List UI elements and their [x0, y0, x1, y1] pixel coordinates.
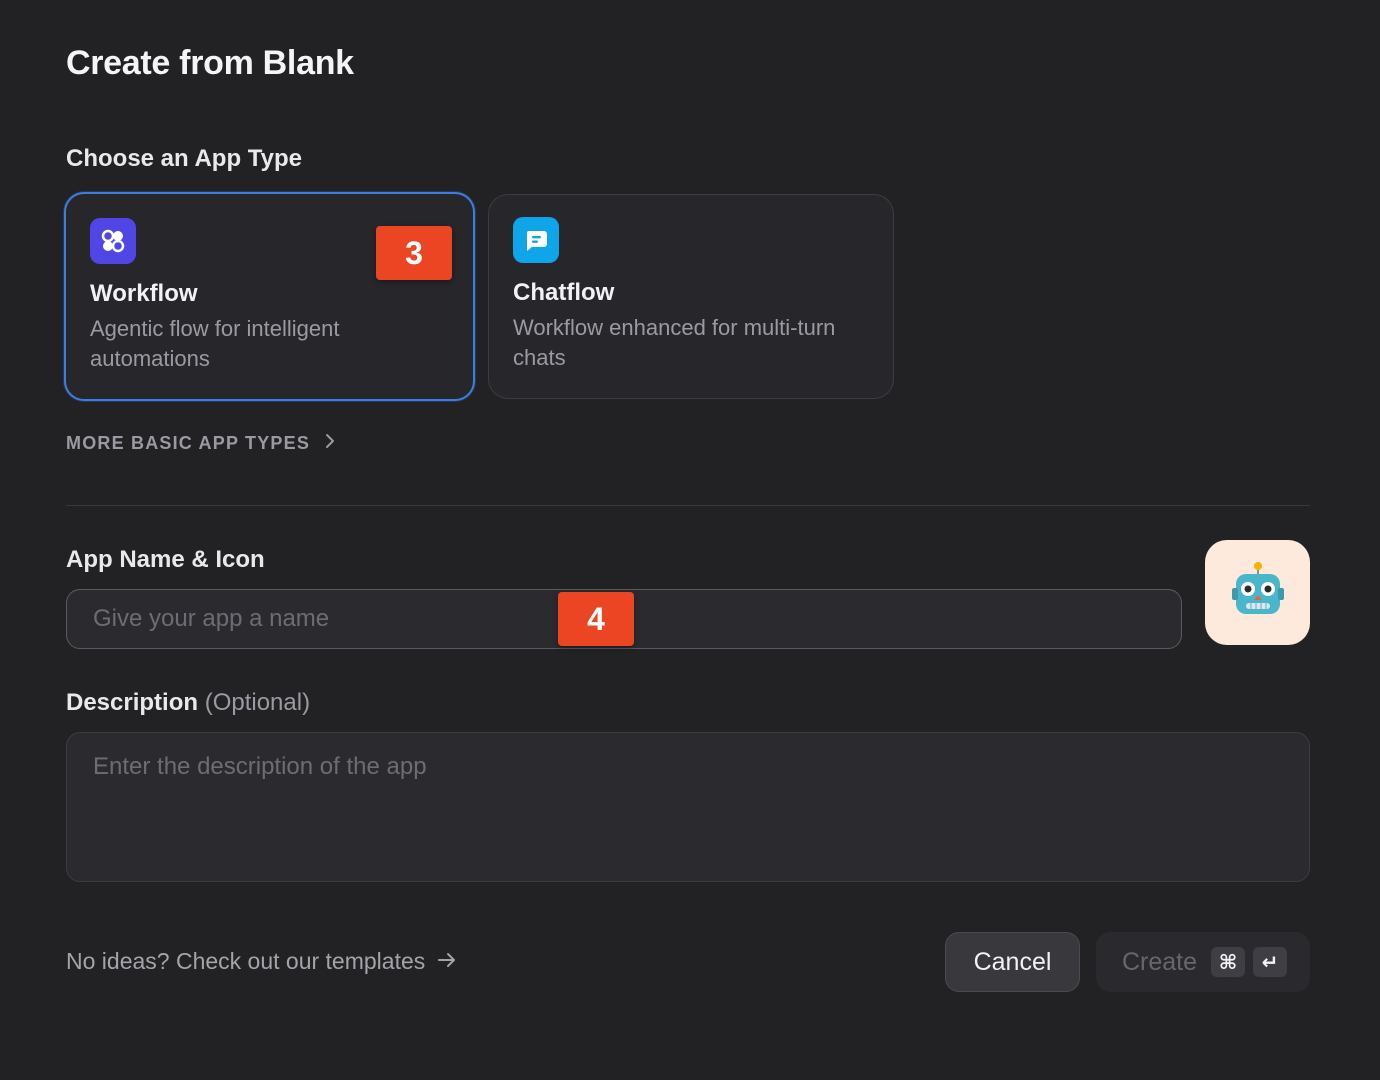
- annotation-badge-3: 3: [376, 226, 452, 280]
- description-textarea[interactable]: [91, 751, 1289, 867]
- annotation-badge-4: 4: [558, 592, 634, 646]
- app-name-label: App Name & Icon: [66, 546, 265, 573]
- app-type-label: Choose an App Type: [66, 145, 303, 172]
- chat-bubble-icon: [513, 217, 559, 263]
- description-field[interactable]: [66, 732, 1310, 882]
- section-divider: [66, 505, 1310, 506]
- card-title: Chatflow: [513, 279, 615, 306]
- card-description: Workflow enhanced for multi-turn chats: [513, 315, 836, 370]
- more-types-label: MORE BASIC APP TYPES: [66, 433, 311, 453]
- card-title: Workflow: [90, 280, 198, 307]
- create-button[interactable]: Create ⌘ ↵: [1096, 932, 1310, 992]
- templates-link-label: No ideas? Check out our templates: [66, 948, 426, 974]
- chevron-right-icon: [324, 432, 336, 455]
- description-optional-text: (Optional): [204, 689, 311, 716]
- workflow-icon: [90, 218, 136, 264]
- cancel-button[interactable]: Cancel: [945, 932, 1080, 992]
- command-key-icon: ⌘: [1211, 947, 1246, 977]
- more-basic-app-types-link[interactable]: MORE BASIC APP TYPES: [66, 432, 336, 455]
- description-label: Description (Optional): [66, 689, 310, 717]
- app-icon-picker[interactable]: [1205, 540, 1310, 645]
- app-type-card-workflow[interactable]: Workflow Agentic flow for intelligent au…: [64, 192, 475, 401]
- enter-key-icon: ↵: [1253, 947, 1288, 977]
- robot-icon: [1228, 560, 1288, 625]
- app-type-card-chatflow[interactable]: Chatflow Workflow enhanced for multi-tur…: [488, 194, 894, 399]
- create-button-label: Create: [1122, 947, 1198, 976]
- arrow-right-icon: [437, 948, 457, 975]
- description-label-text: Description: [66, 689, 199, 716]
- page-title: Create from Blank: [66, 44, 354, 82]
- card-description: Agentic flow for intelligent automations: [90, 316, 340, 371]
- templates-link[interactable]: No ideas? Check out our templates: [66, 948, 457, 975]
